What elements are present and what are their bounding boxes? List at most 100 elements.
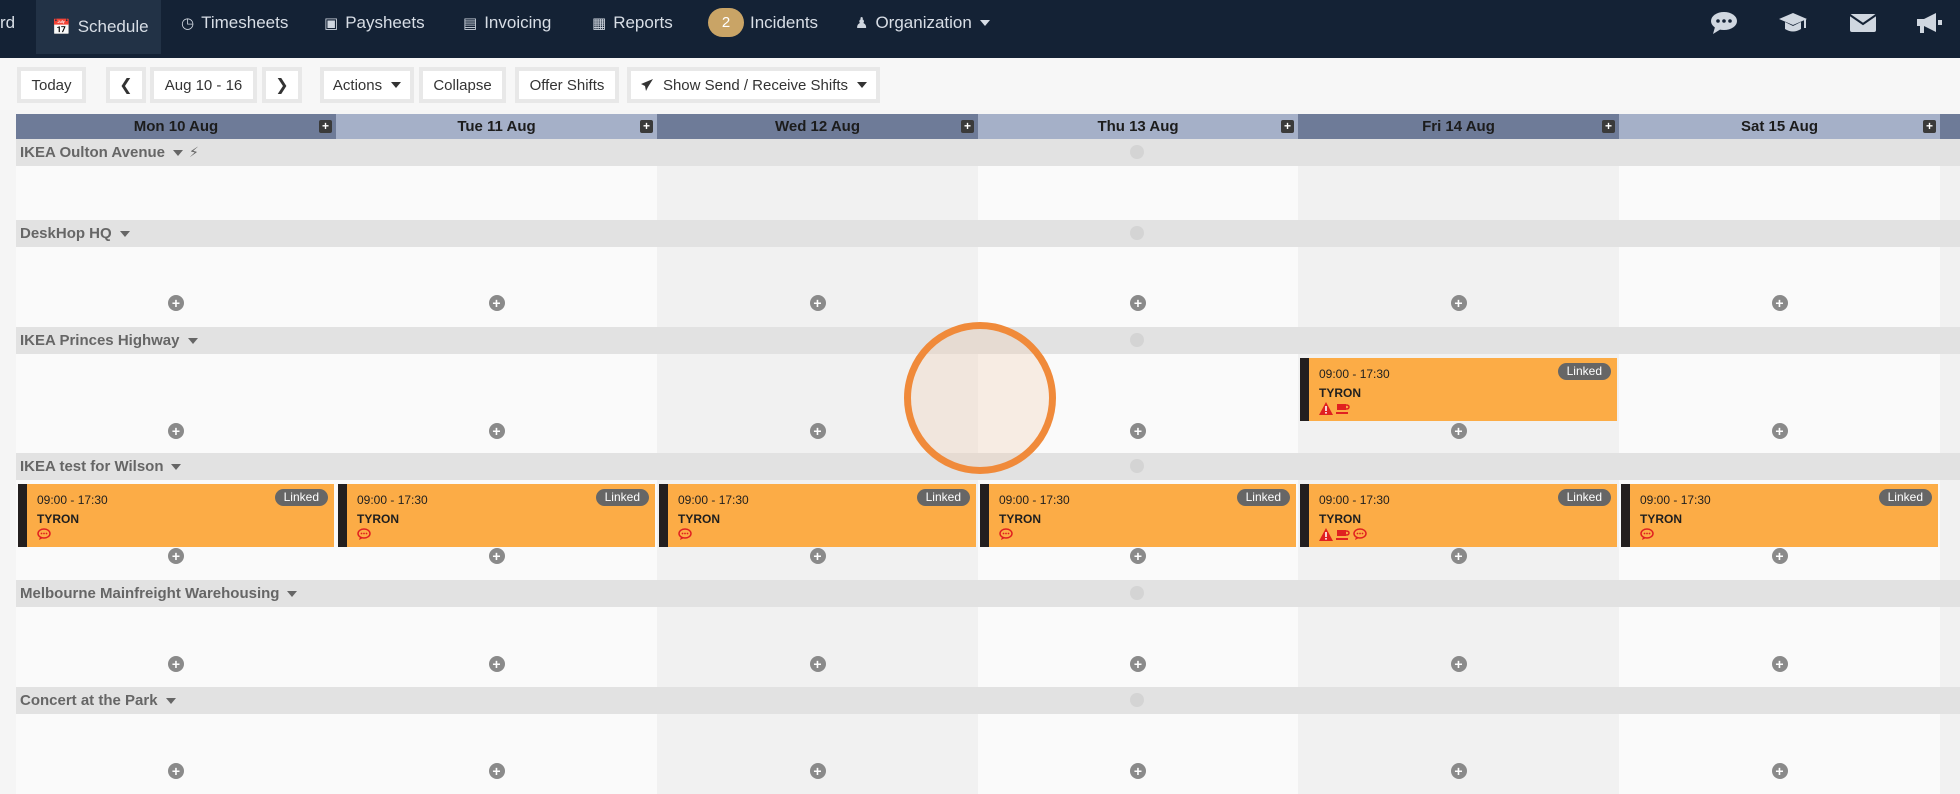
add-shift-icon[interactable]: + xyxy=(809,763,826,779)
today-button[interactable]: Today xyxy=(17,67,86,103)
add-shift-day-icon[interactable]: + xyxy=(1281,120,1294,133)
shift-employee: TYRON xyxy=(678,512,720,526)
calendar-icon: 📅 xyxy=(52,19,71,36)
add-shift-icon[interactable]: + xyxy=(488,548,505,564)
megaphone-icon[interactable] xyxy=(1914,10,1944,36)
collapse-location-icon[interactable] xyxy=(1130,145,1144,159)
location-name[interactable]: Concert at the Park xyxy=(20,687,176,714)
location-row-header xyxy=(16,687,1960,714)
nav-item-incidents[interactable]: 2 Incidents xyxy=(708,0,818,45)
collapse-location-icon[interactable] xyxy=(1130,333,1144,347)
shift-employee: TYRON xyxy=(1640,512,1682,526)
comment-icon xyxy=(1640,528,1654,540)
location-name[interactable]: IKEA test for Wilson xyxy=(20,453,182,480)
add-shift-icon[interactable]: + xyxy=(809,656,826,672)
day-header-mon: Mon 10 Aug + xyxy=(16,114,336,139)
warning-icon xyxy=(1319,402,1333,415)
add-shift-icon[interactable]: + xyxy=(1771,295,1788,311)
add-shift-icon[interactable]: + xyxy=(1130,763,1146,779)
add-shift-icon[interactable]: + xyxy=(1130,295,1146,311)
nav-item-paysheets[interactable]: ▣ Paysheets xyxy=(324,0,425,45)
shift-status-icons xyxy=(37,528,51,541)
add-shift-icon[interactable]: + xyxy=(809,423,826,439)
envelope-icon[interactable] xyxy=(1848,10,1878,36)
shift-card[interactable]: 09:00 - 17:30 TYRON Linked xyxy=(1300,358,1617,421)
add-shift-icon[interactable]: + xyxy=(168,548,184,564)
collapse-button[interactable]: Collapse xyxy=(419,67,506,103)
add-shift-icon[interactable]: + xyxy=(488,295,505,311)
collapse-location-icon[interactable] xyxy=(1130,459,1144,473)
linked-badge: Linked xyxy=(1557,489,1611,506)
shift-card[interactable]: 09:00 - 17:30 TYRON Linked xyxy=(980,484,1296,547)
add-shift-icon[interactable]: + xyxy=(168,656,184,672)
add-shift-icon[interactable]: + xyxy=(488,423,505,439)
chevron-down-icon xyxy=(979,19,990,26)
previous-week-button[interactable]: ❮ xyxy=(106,67,146,103)
warning-icon xyxy=(1319,528,1333,541)
add-shift-icon[interactable]: + xyxy=(1771,763,1788,779)
add-shift-icon[interactable]: + xyxy=(1130,548,1146,564)
nav-item-invoicing[interactable]: ▤ Invoicing xyxy=(463,0,551,45)
add-shift-icon[interactable]: + xyxy=(168,423,184,439)
day-header-tue: Tue 11 Aug + xyxy=(336,114,657,139)
add-shift-icon[interactable]: + xyxy=(1771,656,1788,672)
add-shift-icon[interactable]: + xyxy=(168,295,184,311)
nav-item-dashboard-partial[interactable]: rd xyxy=(0,0,15,45)
actions-dropdown[interactable]: Actions xyxy=(320,67,414,103)
shift-status-icons xyxy=(357,528,371,541)
add-shift-icon[interactable]: + xyxy=(809,295,826,311)
money-icon: ▣ xyxy=(324,14,339,32)
collapse-location-icon[interactable] xyxy=(1130,586,1144,600)
add-shift-icon[interactable]: + xyxy=(1130,423,1146,439)
comment-icon xyxy=(357,528,371,540)
nav-item-timesheets[interactable]: ◷ Timesheets xyxy=(181,0,288,45)
shift-card[interactable]: 09:00 - 17:30 TYRON Linked xyxy=(1621,484,1938,547)
add-shift-icon[interactable]: + xyxy=(168,763,184,779)
graduation-cap-icon[interactable] xyxy=(1778,10,1808,36)
linked-badge: Linked xyxy=(274,489,328,506)
shift-time: 09:00 - 17:30 xyxy=(1640,493,1711,507)
shift-card[interactable]: 09:00 - 17:30 TYRON Linked xyxy=(338,484,655,547)
nav-item-schedule[interactable]: 📅 Schedule xyxy=(36,0,161,54)
nav-item-organization[interactable]: ♟ Organization xyxy=(855,0,990,45)
shift-time: 09:00 - 17:30 xyxy=(357,493,428,507)
shift-card[interactable]: 09:00 - 17:30 TYRON Linked xyxy=(659,484,976,547)
add-shift-icon[interactable]: + xyxy=(1450,548,1467,564)
location-name[interactable]: Melbourne Mainfreight Warehousing xyxy=(20,580,298,607)
add-shift-day-icon[interactable]: + xyxy=(961,120,974,133)
send-receive-shifts-dropdown[interactable]: Show Send / Receive Shifts xyxy=(627,67,880,103)
shift-card[interactable]: 09:00 - 17:30 TYRON Linked xyxy=(1300,484,1617,547)
add-shift-icon[interactable]: + xyxy=(488,763,505,779)
date-range-button[interactable]: Aug 10 - 16 xyxy=(150,67,257,103)
add-shift-icon[interactable]: + xyxy=(1130,656,1146,672)
location-row-header xyxy=(16,220,1960,247)
collapse-location-icon[interactable] xyxy=(1130,693,1144,707)
add-shift-day-icon[interactable]: + xyxy=(1602,120,1615,133)
location-name[interactable]: DeskHop HQ xyxy=(20,220,130,247)
chevron-down-icon xyxy=(171,463,182,470)
add-shift-day-icon[interactable]: + xyxy=(1923,120,1936,133)
add-shift-icon[interactable]: + xyxy=(809,548,826,564)
location-name[interactable]: IKEA Oulton Avenue ⚡︎ xyxy=(20,139,199,166)
location-row-header xyxy=(16,580,1960,607)
add-shift-icon[interactable]: + xyxy=(1771,548,1788,564)
add-shift-icon[interactable]: + xyxy=(1450,656,1467,672)
add-shift-icon[interactable]: + xyxy=(1771,423,1788,439)
shift-card[interactable]: 09:00 - 17:30 TYRON Linked xyxy=(18,484,334,547)
coffee-icon xyxy=(1336,530,1350,540)
add-shift-icon[interactable]: + xyxy=(488,656,505,672)
chat-icon[interactable] xyxy=(1709,10,1739,36)
comment-icon xyxy=(678,528,692,540)
offer-shifts-button[interactable]: Offer Shifts xyxy=(515,67,619,103)
add-shift-icon[interactable]: + xyxy=(1450,763,1467,779)
next-week-button[interactable]: ❯ xyxy=(262,67,302,103)
chevron-down-icon xyxy=(857,82,868,88)
users-icon: ♟ xyxy=(855,14,869,32)
add-shift-icon[interactable]: + xyxy=(1450,295,1467,311)
nav-item-reports[interactable]: ▦ Reports xyxy=(592,0,673,45)
add-shift-icon[interactable]: + xyxy=(1450,423,1467,439)
add-shift-day-icon[interactable]: + xyxy=(640,120,653,133)
add-shift-day-icon[interactable]: + xyxy=(319,120,332,133)
collapse-location-icon[interactable] xyxy=(1130,226,1144,240)
location-name[interactable]: IKEA Princes Highway xyxy=(20,327,198,354)
